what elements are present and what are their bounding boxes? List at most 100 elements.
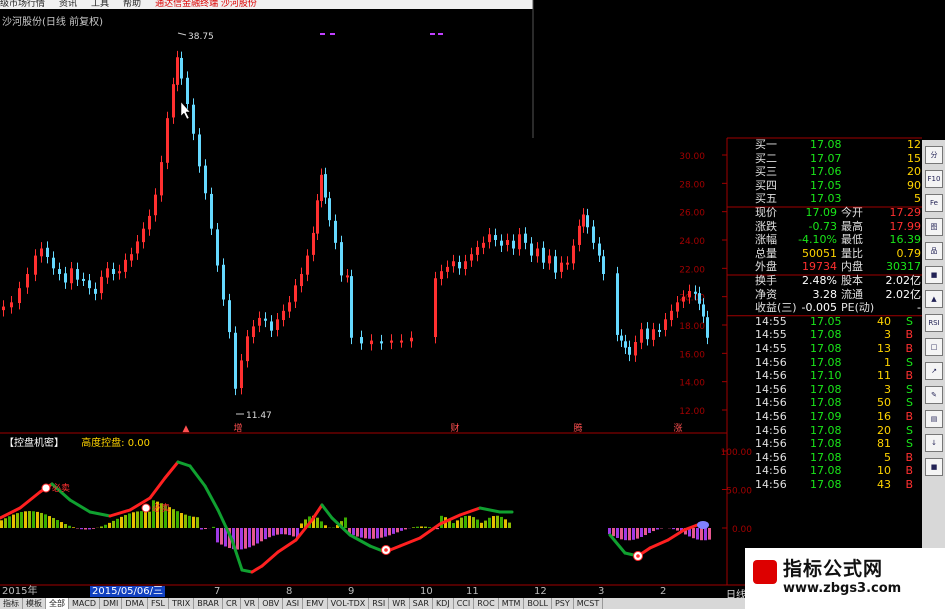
tab-vr[interactable]: VR [241, 598, 260, 609]
tool-button[interactable]: ■ [925, 266, 943, 284]
tick-price: 17.08 [810, 342, 842, 355]
tool-button[interactable]: F10 [925, 170, 943, 188]
hist-bar [260, 528, 263, 542]
tab-emv[interactable]: EMV [303, 598, 328, 609]
candle-body [172, 84, 175, 118]
oscillator-segment [240, 568, 254, 574]
candle-body [524, 233, 527, 243]
stat-label: 最低 [841, 233, 863, 247]
candle-body [440, 271, 443, 279]
tab-全部[interactable]: 全部 [46, 598, 69, 609]
quote-row: 买三 17.06 20 [755, 165, 925, 179]
hist-bar [456, 520, 459, 528]
hist-bar [132, 512, 135, 528]
tick-side: S [906, 355, 913, 369]
tab-psy[interactable]: PSY [552, 598, 574, 609]
tab-brar[interactable]: BRAR [194, 598, 224, 609]
tool-button[interactable]: ▲ [925, 290, 943, 308]
tick-time: 14:55 [755, 328, 787, 342]
hist-bar [108, 522, 111, 528]
candle-body [76, 269, 79, 280]
tab-obv[interactable]: OBV [259, 598, 284, 609]
hist-bar [40, 512, 43, 528]
hist-bar [272, 528, 275, 536]
tab-kdj[interactable]: KDJ [433, 598, 454, 609]
hist-bar [16, 513, 19, 528]
tab-dmi[interactable]: DMI [100, 598, 123, 609]
candle-body [506, 240, 509, 245]
hist-bar [644, 528, 647, 536]
quote-row: 14:56 17.08 50 S [755, 396, 925, 410]
event-marker[interactable]: ▲ [183, 424, 190, 434]
oscillator-segment [330, 516, 352, 537]
candle-body [360, 337, 363, 344]
event-marker[interactable]: 财 [450, 422, 459, 434]
stat-value: 17.99 [889, 219, 922, 233]
tab-mcst[interactable]: MCST [574, 598, 604, 609]
quote-row: 外盘 19734 内盘 30317 [755, 260, 925, 274]
tab-group[interactable]: 模板 [23, 598, 46, 609]
hist-bar [480, 522, 483, 528]
tool-button[interactable]: Fe [925, 194, 943, 212]
candle-body [64, 273, 67, 283]
candle-body [180, 57, 183, 79]
tab-cci[interactable]: CCI [454, 598, 475, 609]
hist-bar [452, 523, 455, 528]
tick-volume: 20 [877, 423, 891, 437]
event-marker[interactable]: 腾 [573, 422, 582, 434]
event-marker[interactable]: 涨 [673, 423, 682, 434]
indicator-tabs: 指标 模板 全部 MACD DMI DMA FSL TRIX BRAR CR VR OBV ASI EMV… [0, 598, 750, 609]
hist-bar [200, 528, 203, 530]
event-marker[interactable]: 增 [233, 422, 242, 434]
tick-time: 14:56 [755, 437, 787, 451]
candle-body [154, 194, 157, 216]
candle-body [512, 240, 515, 249]
stat-value: 17.09 [805, 206, 838, 219]
candle-body [530, 243, 533, 256]
hist-bar [20, 512, 23, 528]
hist-bar [500, 516, 503, 528]
hist-bar [148, 511, 151, 528]
candle-body [294, 285, 297, 302]
tab-rsi[interactable]: RSI [369, 598, 390, 609]
tool-button[interactable]: ▤ [925, 410, 943, 428]
tool-button[interactable]: ■ [925, 458, 943, 476]
tab-roc[interactable]: ROC [474, 598, 499, 609]
tab-group[interactable]: 指标 [0, 598, 23, 609]
candle-body [518, 234, 521, 250]
tool-button[interactable]: 品 [925, 242, 943, 260]
tool-button[interactable]: □ [925, 338, 943, 356]
tool-button[interactable]: ✎ [925, 386, 943, 404]
oscillator-segment [260, 550, 280, 568]
hist-bar [256, 528, 259, 544]
side-toolbar: 分 F10 Fe 图品 ■ ▲ RSI □ ↗ ✎ ▤ ↓ ■ [922, 140, 945, 550]
tab-asi[interactable]: ASI [283, 598, 304, 609]
hist-bar [196, 517, 199, 528]
tool-button[interactable]: ↓ [925, 434, 943, 452]
tab-cr[interactable]: CR [223, 598, 242, 609]
tab-boll[interactable]: BOLL [524, 598, 552, 609]
fund-label: 股本 [841, 274, 863, 287]
tab-dma[interactable]: DMA [122, 598, 148, 609]
tab-mtm[interactable]: MTM [499, 598, 525, 609]
tab-fsl[interactable]: FSL [148, 598, 169, 609]
buy-icon-dot [384, 548, 388, 552]
tool-button[interactable]: 分 [925, 146, 943, 164]
tab-macd[interactable]: MACD [69, 598, 100, 609]
quote-row: 14:56 17.08 3 S [755, 383, 925, 397]
tab-vol-tdx[interactable]: VOL-TDX [328, 598, 370, 609]
candle-body [702, 304, 705, 317]
hist-bar [416, 526, 419, 528]
tab-trix[interactable]: TRIX [169, 598, 195, 609]
tab-wr[interactable]: WR [389, 598, 410, 609]
tab-sar[interactable]: SAR [410, 598, 433, 609]
tick-side: B [905, 410, 913, 423]
month-label: 12 [534, 586, 547, 597]
tool-button[interactable]: ↗ [925, 362, 943, 380]
candle-body [390, 340, 393, 343]
hist-bar [80, 528, 83, 530]
tool-button[interactable]: 图 [925, 218, 943, 236]
tool-button[interactable]: RSI [925, 314, 943, 332]
hist-bar [356, 528, 359, 537]
hist-bar [460, 517, 463, 528]
